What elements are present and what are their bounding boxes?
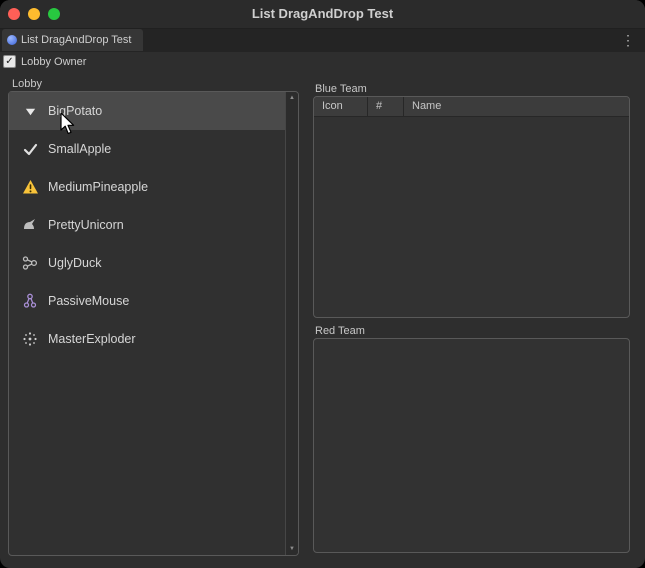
network-icon xyxy=(21,255,39,271)
minimize-window-button[interactable] xyxy=(28,8,40,20)
list-item[interactable]: PassiveMouse xyxy=(9,282,285,320)
avatar-icon xyxy=(21,293,39,309)
title-bar: List DragAndDrop Test xyxy=(0,0,645,29)
check-icon: ✓ xyxy=(5,57,13,67)
lobby-label: Lobby xyxy=(12,78,42,90)
zoom-window-button[interactable] xyxy=(48,8,60,20)
checkmark-icon xyxy=(21,142,39,157)
blue-team-header-row: Icon # Name xyxy=(314,97,629,117)
list-item-label: PrettyUnicorn xyxy=(48,218,124,232)
list-item[interactable]: MasterExploder xyxy=(9,320,285,358)
close-window-button[interactable] xyxy=(8,8,20,20)
toolbar: ✓ Lobby Owner xyxy=(0,51,645,73)
list-item[interactable]: SmallApple xyxy=(9,130,285,168)
lobby-rows: BigPotato SmallApple MediumPineapple Pretty… xyxy=(9,92,285,358)
tab-list-draganddrop-test[interactable]: List DragAndDrop Test xyxy=(2,29,143,51)
dropdown-arrow-icon xyxy=(21,105,39,118)
list-item[interactable]: MediumPineapple xyxy=(9,168,285,206)
column-header-number: # xyxy=(368,97,404,116)
list-item-label: BigPotato xyxy=(48,104,102,118)
list-item[interactable]: UglyDuck xyxy=(9,244,285,282)
unicorn-icon xyxy=(21,217,39,233)
column-header-name: Name xyxy=(404,97,629,116)
list-item-label: UglyDuck xyxy=(48,256,102,270)
list-item[interactable]: PrettyUnicorn xyxy=(9,206,285,244)
window-icon xyxy=(7,35,17,45)
window-controls xyxy=(8,8,60,20)
warning-icon xyxy=(21,179,39,195)
column-header-icon: Icon xyxy=(314,97,368,116)
scroll-up-icon[interactable]: ▲ xyxy=(286,93,298,103)
app-window: List DragAndDrop Test List DragAndDrop T… xyxy=(0,0,645,568)
lobby-owner-label: Lobby Owner xyxy=(21,51,86,73)
list-item-label: SmallApple xyxy=(48,142,111,156)
vertical-scrollbar[interactable]: ▲ ▼ xyxy=(285,92,298,555)
window-title: List DragAndDrop Test xyxy=(252,0,393,28)
particles-icon xyxy=(21,331,39,347)
lobby-list[interactable]: BigPotato SmallApple MediumPineapple Pretty… xyxy=(8,91,299,556)
list-item-label: MasterExploder xyxy=(48,332,136,346)
red-team-dropzone[interactable] xyxy=(313,338,630,553)
list-item[interactable]: BigPotato xyxy=(9,92,285,130)
red-team-label: Red Team xyxy=(315,325,365,337)
blue-team-label: Blue Team xyxy=(315,83,367,95)
blue-team-dropzone[interactable]: Icon # Name xyxy=(313,96,630,318)
tab-label: List DragAndDrop Test xyxy=(21,34,131,46)
list-item-label: MediumPineapple xyxy=(48,180,148,194)
kebab-menu-icon[interactable]: ⋮ xyxy=(621,29,635,51)
list-item-label: PassiveMouse xyxy=(48,294,129,308)
tab-strip: List DragAndDrop Test ⋮ xyxy=(0,29,645,52)
lobby-owner-checkbox[interactable]: ✓ xyxy=(3,55,16,68)
scroll-down-icon[interactable]: ▼ xyxy=(286,544,298,554)
